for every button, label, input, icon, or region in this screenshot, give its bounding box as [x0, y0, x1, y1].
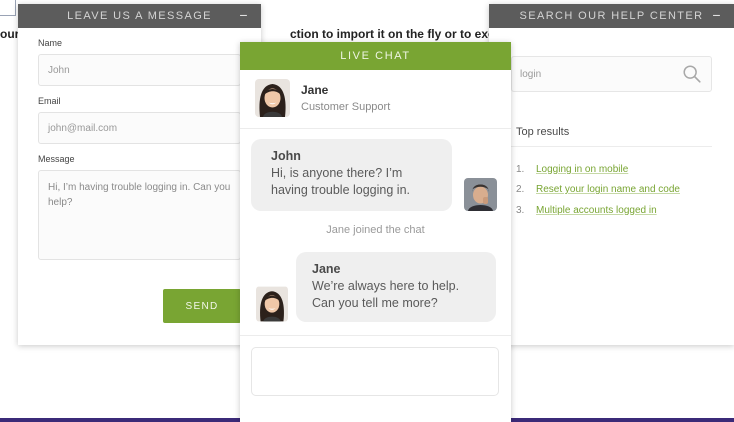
message-widget: LEAVE US A MESSAGE − Name John Email joh… — [18, 4, 261, 345]
corner-frame — [0, 0, 16, 16]
results-divider — [511, 146, 712, 147]
agent-card: Jane Customer Support — [255, 79, 390, 117]
message-widget-title: LEAVE US A MESSAGE — [67, 10, 212, 22]
system-note: Jane joined the chat — [326, 224, 425, 236]
send-button[interactable]: SEND — [163, 289, 241, 323]
live-chat-widget: LIVE CHAT Jane Customer Support John Hi,… — [240, 42, 511, 422]
list-item: 2. Reset your login name and code — [516, 180, 680, 201]
search-input-value: login — [520, 68, 542, 80]
help-widget-header[interactable]: SEARCH OUR HELP CENTER − — [489, 4, 734, 28]
result-link[interactable]: Logging in on mobile — [536, 164, 628, 175]
message-text: We’re always here to help. Can you tell … — [312, 279, 460, 310]
chat-divider — [240, 128, 511, 129]
chat-message-input[interactable] — [251, 347, 499, 396]
search-input[interactable]: login — [511, 56, 712, 92]
name-field[interactable]: John — [38, 54, 241, 86]
results-heading: Top results — [516, 126, 570, 138]
list-item: 1. Logging in on mobile — [516, 159, 680, 180]
result-number: 1. — [516, 163, 525, 175]
chat-message: Jane We’re always here to help. Can you … — [296, 252, 496, 322]
list-item: 3. Multiple accounts logged in — [516, 200, 680, 221]
message-widget-header[interactable]: LEAVE US A MESSAGE − — [18, 4, 261, 28]
message-author: Jane — [312, 262, 341, 276]
chat-divider — [240, 335, 511, 336]
result-number: 3. — [516, 204, 525, 216]
result-link[interactable]: Reset your login name and code — [536, 184, 680, 195]
agent-role: Customer Support — [301, 101, 391, 113]
minimize-icon[interactable]: − — [239, 7, 249, 23]
email-label: Email — [38, 96, 61, 106]
minimize-icon[interactable]: − — [712, 7, 722, 23]
results-list: 1. Logging in on mobile 2. Reset your lo… — [516, 159, 680, 221]
message-text: Hi, is anyone there? I’m having trouble … — [271, 166, 410, 197]
avatar — [256, 286, 288, 322]
chat-header[interactable]: LIVE CHAT — [240, 42, 511, 70]
avatar — [464, 178, 497, 211]
name-label: Name — [38, 38, 63, 48]
email-field[interactable]: john@mail.com — [38, 112, 241, 144]
result-link[interactable]: Multiple accounts logged in — [536, 205, 657, 216]
message-author: John — [271, 149, 301, 163]
chat-title: LIVE CHAT — [340, 50, 411, 62]
search-icon[interactable] — [681, 63, 703, 85]
message-label: Message — [38, 154, 75, 164]
background-text-middle: ction to import it on the fly or to exch… — [290, 27, 509, 41]
message-field[interactable]: Hi, I’m having trouble logging in. Can y… — [38, 170, 241, 260]
agent-name: Jane — [301, 83, 329, 97]
help-widget-title: SEARCH OUR HELP CENTER — [519, 10, 704, 22]
help-center-widget: SEARCH OUR HELP CENTER − login Top resul… — [489, 4, 734, 345]
avatar — [255, 79, 290, 117]
background-text-left: our — [0, 27, 20, 41]
chat-message: John Hi, is anyone there? I’m having tro… — [251, 139, 452, 211]
result-number: 2. — [516, 184, 525, 196]
